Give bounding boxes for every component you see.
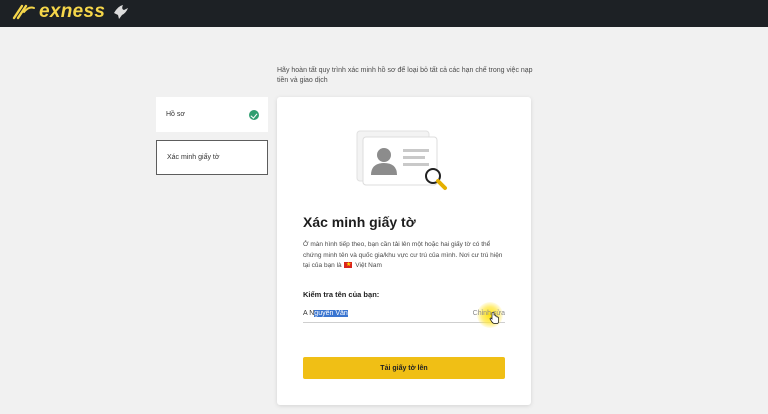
vietnam-flag-icon [344, 260, 353, 270]
card-description: Ở màn hình tiếp theo, bạn cần tải lên mộ… [303, 240, 507, 272]
verification-intro-text: Hãy hoàn tất quy trình xác minh hồ sơ để… [277, 67, 533, 84]
country-name: Việt Nam [355, 262, 382, 269]
id-card-magnifier-icon [356, 130, 447, 190]
description-text: Ở màn hình tiếp theo, bạn cần tải lên mộ… [303, 241, 503, 269]
logo-text: exness [39, 1, 106, 22]
name-prefix: A N [303, 310, 315, 317]
exness-logo[interactable]: exness [12, 1, 131, 23]
bird-icon [114, 5, 129, 19]
check-name-label: Kiểm tra tên của bạn: [303, 290, 380, 299]
upload-document-button[interactable]: Tải giấy tờ lên [303, 357, 505, 379]
sidebar-item-label: Hồ sơ [166, 111, 185, 118]
card-title: Xác minh giấy tờ [303, 214, 416, 230]
sidebar-item-label: Xác minh giấy tờ [167, 154, 220, 161]
exness-logo-mark-icon [12, 4, 35, 20]
name-selected-text: guyễn Văn [314, 310, 348, 317]
sidebar-item-profile[interactable]: Hồ sơ [156, 97, 268, 132]
check-circle-icon [249, 110, 259, 120]
name-value[interactable]: A Nguyễn Văn [303, 310, 348, 317]
top-navigation-bar: exness [0, 0, 768, 27]
hand-cursor-icon [489, 312, 499, 324]
sidebar-item-document-verification[interactable]: Xác minh giấy tờ [156, 140, 268, 175]
verification-card: Xác minh giấy tờ Ở màn hình tiếp theo, b… [277, 97, 531, 405]
name-field[interactable]: A Nguyễn Văn Chỉnh sửa [303, 302, 505, 328]
